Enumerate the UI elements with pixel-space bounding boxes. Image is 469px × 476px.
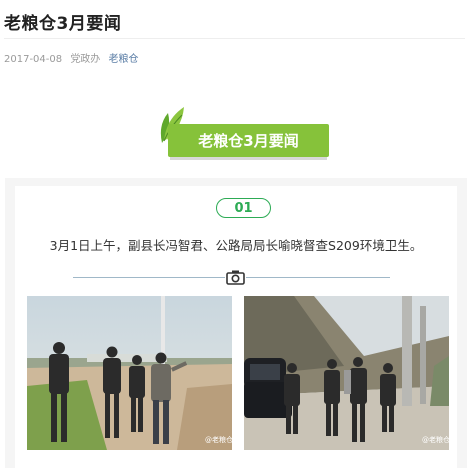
item-caption: 3月1日上午，副县长冯智君、公路局局长喻晓督查S209环境卫生。 <box>49 238 423 253</box>
banner-shadow <box>170 157 327 160</box>
account-link[interactable]: 老粮仓 <box>109 54 139 65</box>
news-photo-1[interactable]: @老粮仓 <box>27 296 232 450</box>
article-date: 2017-04-08 <box>4 54 63 65</box>
item-number-badge: 01 <box>216 198 271 218</box>
title-divider <box>4 38 465 39</box>
photo-1-scene: @老粮仓 <box>27 296 232 450</box>
article-title: 老粮仓3月要闻 <box>4 14 122 34</box>
article-author: 党政办 <box>70 54 101 65</box>
camera-icon <box>225 268 246 286</box>
article-meta: 2017-04-08 党政办 老粮仓 <box>4 50 139 65</box>
photo-2-scene: @老粮仓 <box>244 296 449 450</box>
header-banner: 老粮仓3月要闻 <box>148 101 333 161</box>
news-photo-2[interactable]: @老粮仓 <box>244 296 449 450</box>
news-card-body: 01 3月1日上午，副县长冯智君、公路局局长喻晓督查S209环境卫生。 @老粮仓… <box>15 186 457 476</box>
photo-1-watermark: @老粮仓 <box>205 435 232 444</box>
photo-2-watermark: @老粮仓 <box>422 435 449 444</box>
news-card: 01 3月1日上午，副县长冯智君、公路局局长喻晓督查S209环境卫生。 @老粮仓… <box>5 178 467 476</box>
banner-label: 老粮仓3月要闻 <box>168 124 329 157</box>
